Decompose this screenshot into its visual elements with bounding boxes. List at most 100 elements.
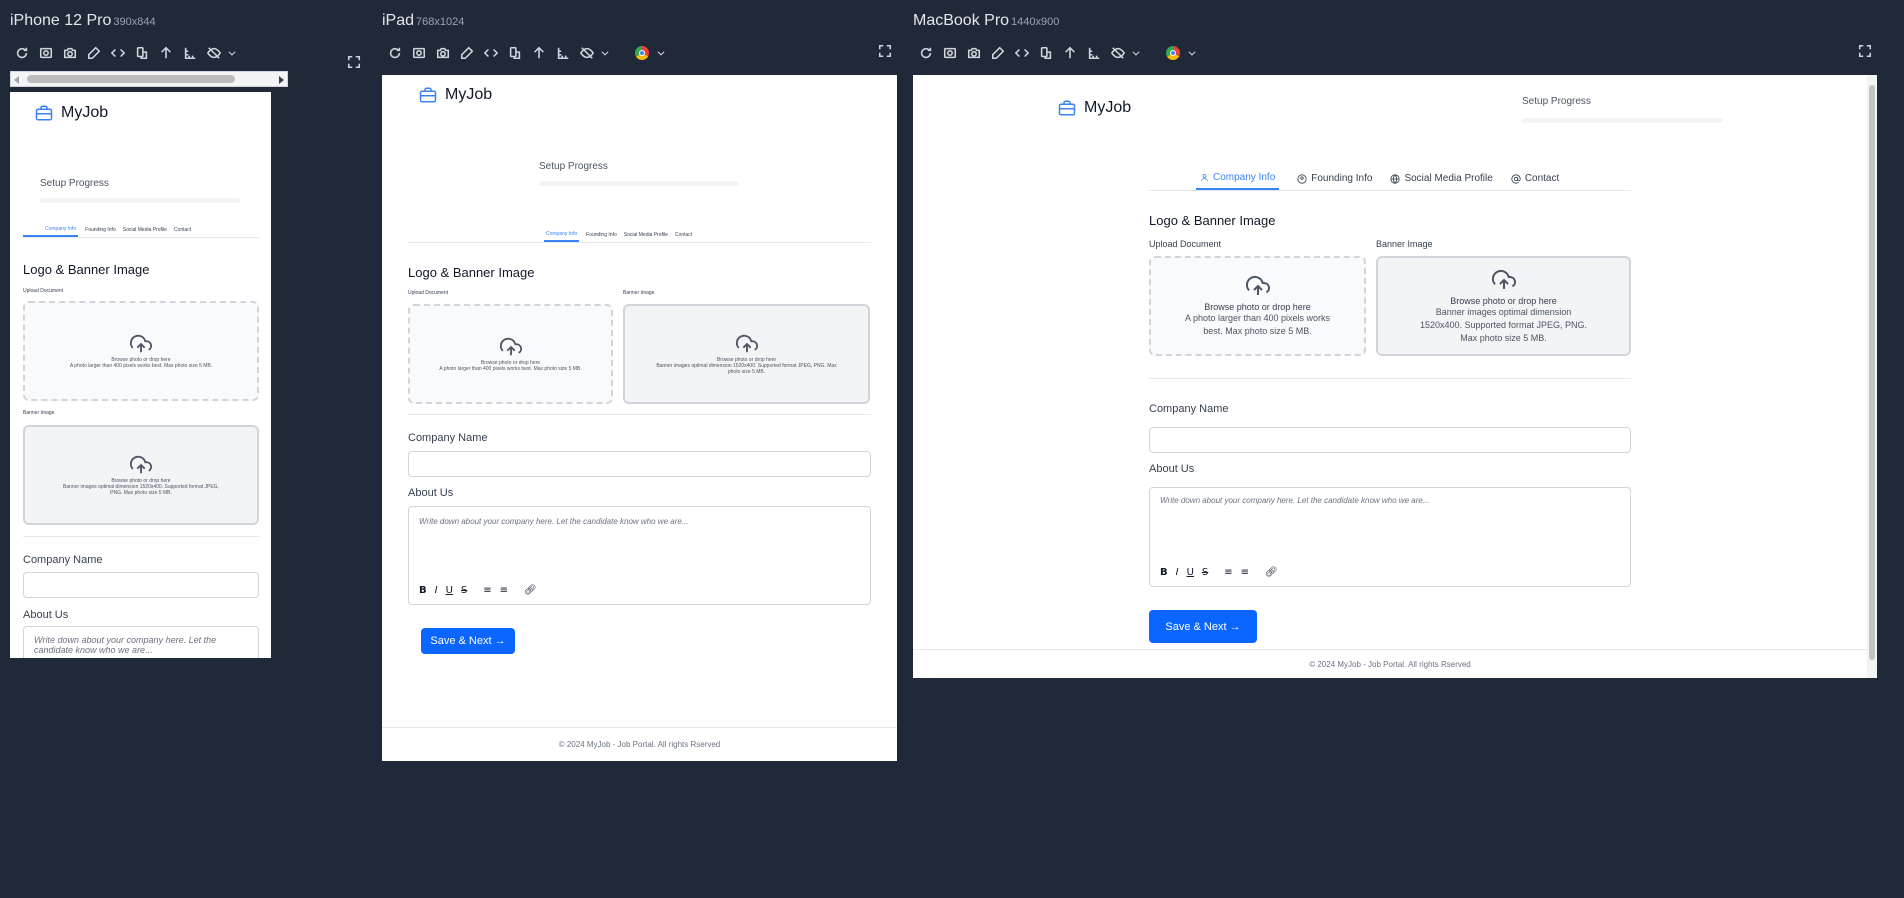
tab-social-media[interactable]: Social Media Profile	[624, 231, 668, 242]
eye-off-icon[interactable]	[579, 45, 595, 61]
horizontal-scrollbar[interactable]	[10, 71, 288, 87]
upload-cloud-icon	[130, 334, 152, 353]
company-name-input[interactable]	[23, 572, 259, 598]
save-next-button[interactable]: Save & Next →	[421, 628, 515, 654]
ordered-list-icon[interactable]: ≡	[1224, 567, 1232, 578]
about-label: About Us	[1149, 463, 1195, 475]
screenshot-icon[interactable]	[942, 45, 958, 61]
tab-company-info[interactable]: Company Info	[544, 231, 580, 242]
arrow-up-icon[interactable]	[158, 45, 174, 61]
tab-social-media[interactable]: Social Media Profile	[123, 226, 167, 237]
rotate-icon[interactable]	[1038, 45, 1054, 61]
arrow-up-icon[interactable]	[531, 45, 547, 61]
expand-icon[interactable]	[1858, 44, 1872, 63]
tab-label: Contact	[674, 232, 693, 238]
strikethrough-icon[interactable]: S	[1202, 567, 1208, 578]
camera-icon[interactable]	[966, 45, 982, 61]
chevron-down-icon[interactable]	[653, 45, 669, 61]
save-next-button[interactable]: Save & Next →	[1149, 610, 1257, 643]
about-textarea[interactable]: Write down about your company here. Let …	[23, 626, 259, 658]
scroll-left-arrow[interactable]	[14, 76, 19, 84]
code-icon[interactable]	[483, 45, 499, 61]
tab-company-info[interactable]: Company Info	[23, 226, 79, 237]
ruler-icon[interactable]	[555, 45, 571, 61]
arrow-up-icon[interactable]	[1062, 45, 1078, 61]
tab-social-media[interactable]: Social Media Profile	[1390, 172, 1493, 190]
tab-label: Company Info	[1213, 172, 1276, 183]
chevron-down-icon[interactable]	[224, 45, 240, 61]
logo-dropzone[interactable]: Browse photo or drop here A photo larger…	[1149, 256, 1366, 356]
chrome-icon[interactable]	[1166, 46, 1180, 60]
eyedropper-icon[interactable]	[86, 45, 102, 61]
tab-contact[interactable]: Contact	[675, 231, 692, 242]
ordered-list-icon[interactable]: ≡	[483, 585, 491, 596]
link-icon[interactable]: 🔗︎	[1265, 567, 1278, 578]
rotate-icon[interactable]	[507, 45, 523, 61]
banner-dropzone[interactable]: Browse photo or drop here Banner images …	[1376, 256, 1631, 356]
screenshot-icon[interactable]	[38, 45, 54, 61]
banner-dropzone[interactable]: Browse photo or drop here Banner images …	[623, 304, 870, 404]
expand-icon[interactable]	[347, 55, 361, 74]
chevron-down-icon[interactable]	[1128, 45, 1144, 61]
italic-icon[interactable]: I	[1176, 567, 1179, 578]
logo-dropzone[interactable]: Browse photo or drop here A photo larger…	[408, 304, 613, 404]
chevron-down-icon[interactable]	[597, 45, 613, 61]
underline-icon[interactable]: U	[1187, 567, 1194, 578]
screenshot-icon[interactable]	[411, 45, 427, 61]
banner-hint: Banner images optimal dimension 1520x400…	[656, 363, 837, 375]
camera-icon[interactable]	[435, 45, 451, 61]
strikethrough-icon[interactable]: S	[461, 585, 467, 596]
bold-icon[interactable]: B	[419, 585, 427, 596]
briefcase-icon	[419, 87, 437, 103]
code-icon[interactable]	[1014, 45, 1030, 61]
ruler-icon[interactable]	[1086, 45, 1102, 61]
company-name-input[interactable]	[1149, 427, 1631, 453]
reload-icon[interactable]	[387, 45, 403, 61]
scroll-right-arrow[interactable]	[279, 76, 284, 84]
tab-company-info[interactable]: Company Info	[1196, 172, 1280, 190]
rotate-icon[interactable]	[134, 45, 150, 61]
banner-label: Banner Image	[1376, 239, 1433, 249]
company-name-label: Company Name	[23, 554, 103, 566]
italic-icon[interactable]: I	[435, 585, 438, 596]
reload-icon[interactable]	[918, 45, 934, 61]
bullet-list-icon[interactable]: ≡	[1241, 567, 1249, 578]
brand: MyJob	[1058, 99, 1131, 117]
eye-off-icon[interactable]	[206, 45, 222, 61]
tab-founding-info[interactable]: Founding Info	[1297, 172, 1372, 190]
eye-off-icon[interactable]	[1110, 45, 1126, 61]
vertical-scrollbar[interactable]	[1867, 75, 1877, 678]
browse-text: Browse photo or drop here	[1450, 295, 1557, 306]
eyedropper-icon[interactable]	[459, 45, 475, 61]
logo-dropzone[interactable]: Browse photo or drop here A photo larger…	[23, 301, 259, 401]
section-title: Logo & Banner Image	[1149, 213, 1276, 228]
tab-founding-info[interactable]: Founding Info	[586, 231, 617, 242]
bold-icon[interactable]: B	[1160, 567, 1168, 578]
tab-founding-info[interactable]: Founding Info	[85, 226, 116, 237]
scrollbar-thumb[interactable]	[27, 75, 235, 83]
code-icon[interactable]	[110, 45, 126, 61]
upload-hint: A photo larger than 400 pixels works bes…	[439, 366, 582, 372]
setup-progress-bar	[40, 198, 240, 203]
expand-icon[interactable]	[878, 44, 892, 63]
tab-label: Founding Info	[586, 232, 617, 238]
tab-contact[interactable]: Contact	[174, 226, 191, 237]
company-name-input[interactable]	[408, 451, 871, 477]
chevron-down-icon[interactable]	[1184, 45, 1200, 61]
camera-icon[interactable]	[62, 45, 78, 61]
banner-dropzone[interactable]: Browse photo or drop here Banner images …	[23, 425, 259, 525]
scrollbar-thumb[interactable]	[1869, 85, 1875, 660]
link-icon[interactable]: 🔗︎	[524, 585, 537, 596]
about-placeholder: Write down about your company here. Let …	[1160, 496, 1430, 505]
tab-label: Social Media Profile	[1404, 173, 1493, 184]
company-name-label: Company Name	[408, 432, 488, 444]
tab-contact[interactable]: Contact	[1511, 172, 1559, 190]
underline-icon[interactable]: U	[446, 585, 453, 596]
eyedropper-icon[interactable]	[990, 45, 1006, 61]
briefcase-icon	[35, 105, 53, 121]
chrome-icon[interactable]	[635, 46, 649, 60]
ruler-icon[interactable]	[182, 45, 198, 61]
reload-icon[interactable]	[14, 45, 30, 61]
bullet-list-icon[interactable]: ≡	[500, 585, 508, 596]
iphone-viewport: MyJob Setup Progress Company Info Foundi…	[10, 92, 271, 658]
